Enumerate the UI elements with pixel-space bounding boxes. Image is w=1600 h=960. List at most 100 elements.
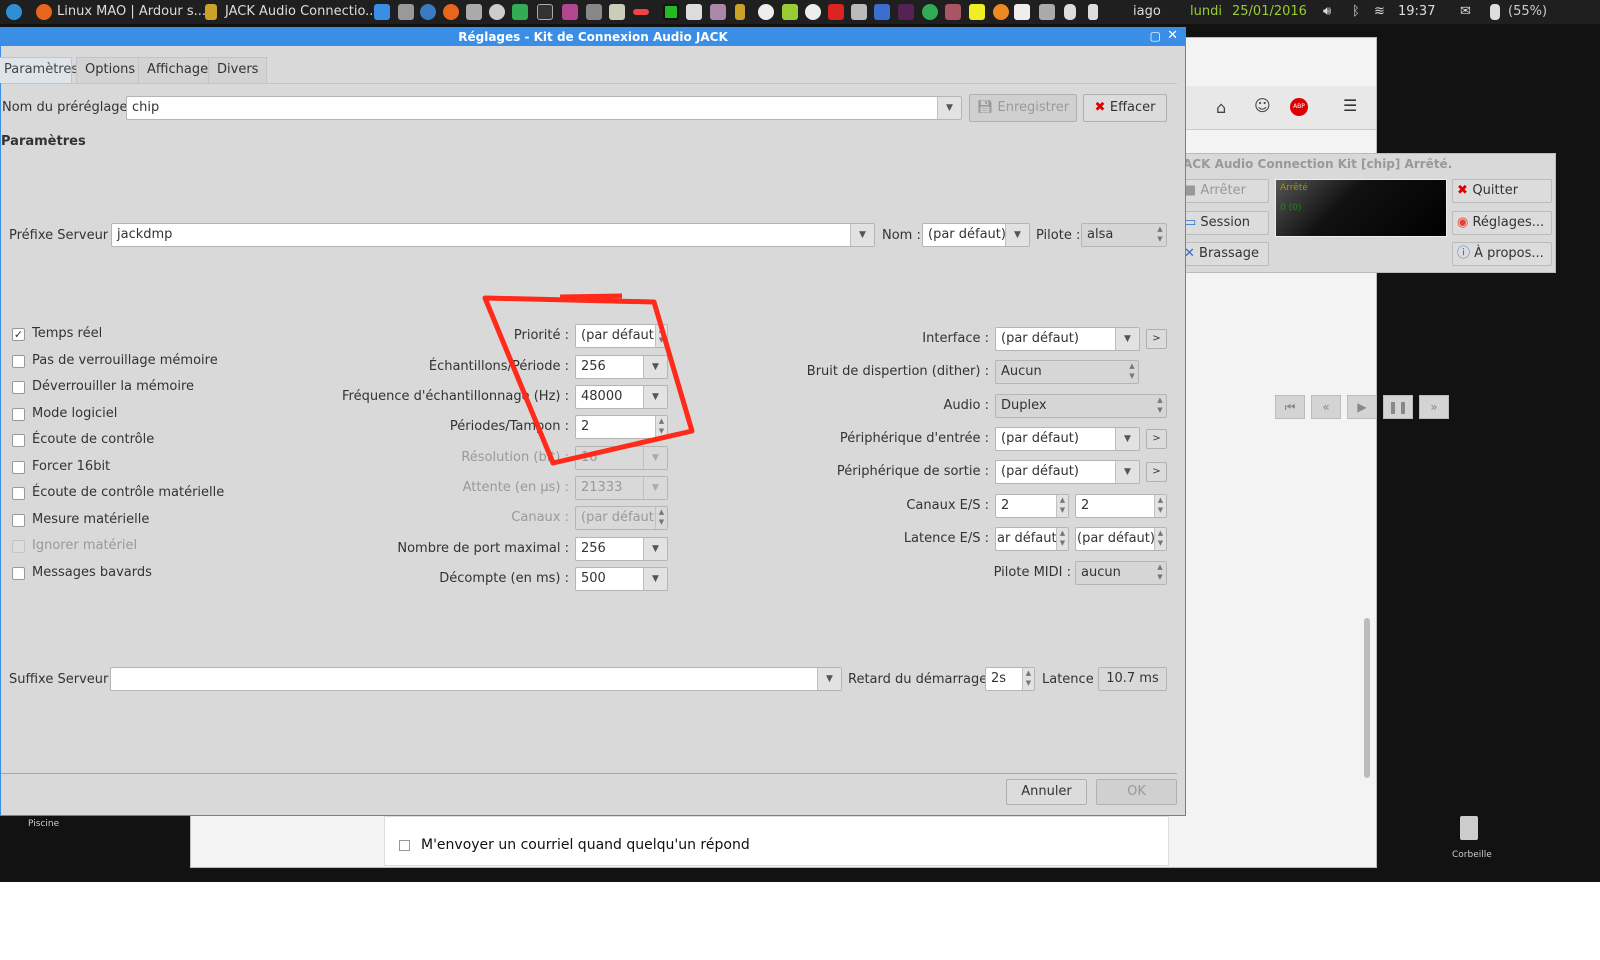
ok-button[interactable]: OK <box>1096 779 1177 805</box>
adblock-icon[interactable]: ABP <box>1290 98 1308 116</box>
name-combo[interactable]: (par défaut) ▼ <box>922 223 1030 247</box>
checkbox-soft-mode[interactable] <box>12 408 25 421</box>
terminal-icon[interactable] <box>537 4 553 20</box>
menu-icon[interactable]: ☰ <box>1343 96 1357 115</box>
music-icon[interactable] <box>758 4 774 20</box>
about-button[interactable]: ⓘ À propos... <box>1452 242 1552 266</box>
app-menu-icon[interactable] <box>6 4 22 20</box>
play-button[interactable]: ▶ <box>1347 395 1377 419</box>
maximize-icon[interactable]: ▢ <box>1150 29 1161 43</box>
setup-button[interactable]: ◉ Réglages... <box>1452 211 1552 235</box>
latency-in-spinbox[interactable]: ar défaut) ▲ ▼ <box>995 527 1069 551</box>
preset-combo[interactable]: chip ▼ <box>126 96 962 120</box>
app-icon-1[interactable] <box>562 4 578 20</box>
input-device-more-button[interactable]: > <box>1146 429 1167 449</box>
app-icon-7[interactable] <box>805 4 821 20</box>
clear-button[interactable]: ✖ Effacer <box>1083 94 1167 122</box>
spin-arrows-icon[interactable]: ▲ ▼ <box>1022 668 1034 690</box>
latency-out-spinbox[interactable]: (par défaut) ▲ ▼ <box>1075 527 1167 551</box>
port-max-combo[interactable]: 256 ▼ <box>575 537 668 561</box>
checkbox-unlock-memory[interactable] <box>12 381 25 394</box>
app-icon-8[interactable] <box>828 4 844 20</box>
spin-arrows-icon[interactable]: ▲ ▼ <box>655 325 667 347</box>
camera-icon[interactable] <box>466 4 482 20</box>
editor-icon[interactable] <box>398 4 414 20</box>
app-icon-10[interactable] <box>874 4 890 20</box>
output-device-combo[interactable]: (par défaut) ▼ <box>995 460 1140 484</box>
server-suffix-combo[interactable]: ▼ <box>110 667 842 691</box>
spin-arrows-icon[interactable]: ▲ ▼ <box>655 416 667 438</box>
user-name[interactable]: iago <box>1133 4 1161 19</box>
stop-button[interactable]: ■ Arrêter <box>1179 179 1269 203</box>
comment-area[interactable]: M'envoyer un courriel quand quelqu'un ré… <box>384 816 1169 866</box>
pause-button[interactable]: ❚❚ <box>1383 395 1413 419</box>
jack-icon[interactable] <box>735 4 745 20</box>
wifi-icon[interactable]: ≋ <box>1374 4 1385 19</box>
rewind-button[interactable]: « <box>1311 395 1341 419</box>
checkbox-hw-meter[interactable] <box>12 514 25 527</box>
cancel-button[interactable]: Annuler <box>1006 779 1087 805</box>
spin-arrows-icon[interactable]: ▲ ▼ <box>1056 528 1068 550</box>
volume-icon[interactable]: 🔊︎ <box>1323 4 1331 19</box>
home-icon[interactable]: ⌂ <box>1216 98 1226 117</box>
trash-icon[interactable] <box>1460 816 1478 840</box>
chevron-down-icon[interactable]: ▼ <box>1115 328 1139 350</box>
midi-driver-select[interactable]: aucun ▲ ▼ <box>1075 561 1167 585</box>
input-device-combo[interactable]: (par défaut) ▼ <box>995 427 1140 451</box>
save-button[interactable]: 💾︎ Enregistrer <box>969 94 1077 122</box>
interface-more-button[interactable]: > <box>1146 329 1167 349</box>
audio-select[interactable]: Duplex ▲ ▼ <box>995 394 1167 418</box>
app-icon-4[interactable] <box>686 4 702 20</box>
spin-arrows-icon[interactable]: ▲ ▼ <box>1154 495 1166 517</box>
dither-select[interactable]: Aucun ▲ ▼ <box>995 360 1139 384</box>
search-tool-icon[interactable] <box>489 4 505 20</box>
mouse-icon[interactable] <box>1064 4 1076 20</box>
word-length-combo[interactable]: 16 ▼ <box>575 446 668 470</box>
tab-divers[interactable]: Divers <box>208 57 268 83</box>
forward-button[interactable]: » <box>1419 395 1449 419</box>
desktop-icon-piscine[interactable]: Piscine <box>28 819 59 829</box>
battery-icon[interactable] <box>1088 4 1098 20</box>
checkbox-ignore-hw[interactable] <box>12 540 25 553</box>
app-icon-3[interactable] <box>663 4 679 20</box>
app-icon-16[interactable] <box>1039 4 1055 20</box>
app-icon-11[interactable] <box>898 4 914 20</box>
chat-icon[interactable]: ☺ <box>1254 96 1271 115</box>
download-icon[interactable] <box>374 4 390 20</box>
sample-rate-combo[interactable]: 48000 ▼ <box>575 385 668 409</box>
quit-button[interactable]: ✖ Quitter <box>1452 179 1552 203</box>
mail-icon[interactable]: ✉ <box>1460 4 1471 19</box>
app-icon-9[interactable] <box>851 4 867 20</box>
checkbox-hw-monitor[interactable] <box>12 487 25 500</box>
tab-affichage[interactable]: Affichage <box>138 57 218 83</box>
desktop-icon-corbeille[interactable]: Corbeille <box>1452 850 1492 860</box>
checkbox-realtime[interactable]: ✓ <box>12 328 25 341</box>
checkbox-verbose[interactable] <box>12 567 25 580</box>
thunderbird-icon[interactable] <box>420 4 436 20</box>
channels-in-spinbox[interactable]: 2 ▲ ▼ <box>995 494 1069 518</box>
frames-combo[interactable]: 256 ▼ <box>575 355 668 379</box>
driver-select[interactable]: alsa ▲ ▼ <box>1081 223 1167 247</box>
checkbox-monitor[interactable] <box>12 434 25 447</box>
server-prefix-combo[interactable]: jackdmp ▼ <box>111 223 875 247</box>
arte-icon[interactable] <box>633 9 649 15</box>
clock[interactable]: 19:37 <box>1398 4 1435 19</box>
chevron-down-icon[interactable]: ▼ <box>1115 461 1139 483</box>
spin-arrows-icon[interactable]: ▲ ▼ <box>1056 495 1068 517</box>
timeout-combo[interactable]: 500 ▼ <box>575 567 668 591</box>
chevron-down-icon[interactable]: ▼ <box>643 538 667 560</box>
channels-spinbox[interactable]: (par défaut) ▲ ▼ <box>575 506 668 530</box>
patchbay-button[interactable]: ✕ Brassage <box>1179 242 1269 266</box>
gimp-icon[interactable] <box>586 4 602 20</box>
notify-checkbox[interactable] <box>399 840 410 851</box>
firefox-launcher-icon[interactable] <box>443 4 459 20</box>
tab-options[interactable]: Options <box>76 57 145 83</box>
wait-combo[interactable]: 21333 ▼ <box>575 476 668 500</box>
task-firefox[interactable]: Linux MAO | Ardour s... <box>57 4 206 19</box>
start-delay-spinbox[interactable]: 2s ▲ ▼ <box>985 667 1035 691</box>
app-icon-12[interactable] <box>922 4 938 20</box>
piano-icon[interactable] <box>1014 4 1030 20</box>
chevron-down-icon[interactable]: ▼ <box>850 224 874 246</box>
app-icon-13[interactable] <box>945 4 961 20</box>
scrollbar[interactable] <box>1364 618 1370 778</box>
